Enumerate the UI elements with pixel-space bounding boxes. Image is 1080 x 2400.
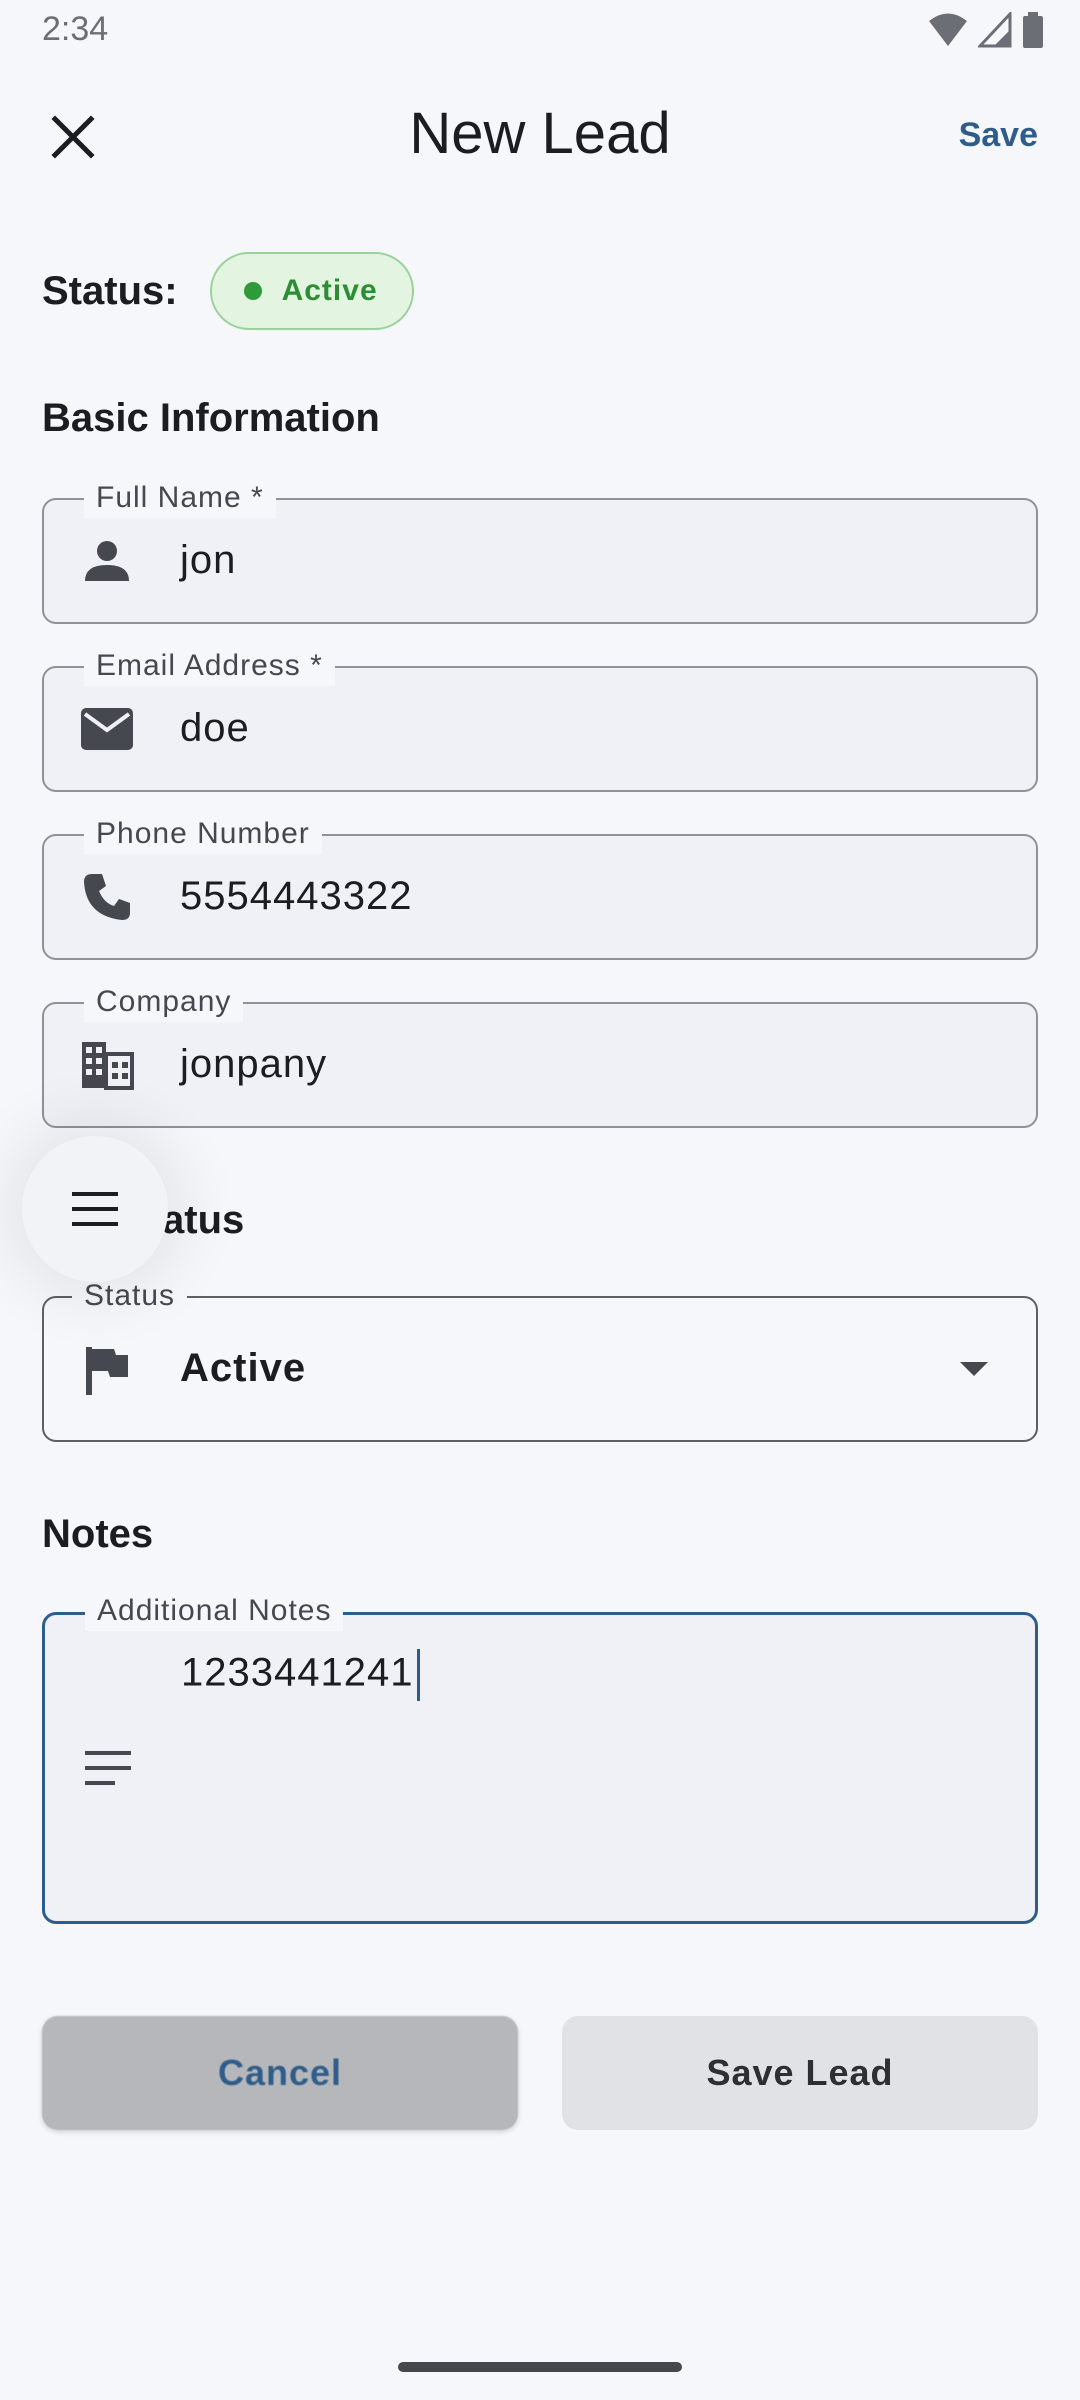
chevron-down-icon xyxy=(960,1362,988,1376)
home-indicator[interactable] xyxy=(398,2362,682,2372)
save-lead-button[interactable]: Save Lead xyxy=(562,2016,1038,2130)
email-label: Email Address * xyxy=(84,646,335,686)
status-label: Status: xyxy=(42,268,178,313)
email-field[interactable]: Email Address * doe xyxy=(42,646,1038,792)
email-value: doe xyxy=(180,706,250,750)
full-name-field[interactable]: Full Name * jon xyxy=(42,478,1038,624)
text-cursor xyxy=(417,1649,421,1701)
menu-fab[interactable] xyxy=(22,1136,168,1282)
status-dot xyxy=(243,282,262,300)
system-status-bar: 2:34 xyxy=(0,0,1080,62)
new-lead-screen: 2:34 New Lead Save Status: Active Basic … xyxy=(0,0,1080,2400)
status-select[interactable]: Status Active xyxy=(42,1276,1038,1442)
status-time: 2:34 xyxy=(42,10,109,48)
wifi-icon xyxy=(929,13,967,46)
save-button[interactable]: Save xyxy=(959,116,1038,155)
status-badge-text: Active xyxy=(281,274,378,307)
signal-icon xyxy=(978,12,1012,48)
flag-icon xyxy=(78,1342,136,1400)
full-name-value: jon xyxy=(180,538,237,582)
notes-textarea[interactable]: Additional Notes 1233441241 xyxy=(42,1591,1038,1924)
company-value: jonpany xyxy=(180,1042,328,1086)
page-title: New Lead xyxy=(409,101,671,166)
phone-icon xyxy=(78,868,136,926)
notes-value-line: 1233441241 xyxy=(181,1649,421,1701)
menu-icon xyxy=(72,1192,118,1226)
notes-value: 1233441241 xyxy=(181,1650,414,1695)
status-row: Status: Active xyxy=(42,252,414,330)
status-select-label: Status xyxy=(72,1276,188,1316)
status-select-value: Active xyxy=(180,1346,307,1390)
notes-icon xyxy=(79,1739,137,1797)
mail-icon xyxy=(78,700,136,758)
phone-value: 5554443322 xyxy=(180,874,413,918)
full-name-label: Full Name * xyxy=(84,478,276,518)
status-badge: Active xyxy=(209,252,414,330)
notes-label: Additional Notes xyxy=(85,1591,344,1631)
cancel-button[interactable]: Cancel xyxy=(42,2016,518,2130)
section-title-notes: Notes xyxy=(42,1512,154,1556)
phone-label: Phone Number xyxy=(84,814,322,854)
company-label: Company xyxy=(84,982,244,1022)
top-app-bar: New Lead Save xyxy=(0,80,1080,192)
section-title-basic-information: Basic Information xyxy=(42,396,380,440)
person-icon xyxy=(78,532,136,590)
business-icon xyxy=(78,1036,136,1094)
company-field[interactable]: Company jonpany xyxy=(42,982,1038,1128)
battery-icon xyxy=(1023,12,1043,48)
phone-field[interactable]: Phone Number 5554443322 xyxy=(42,814,1038,960)
system-icons xyxy=(928,12,1044,48)
